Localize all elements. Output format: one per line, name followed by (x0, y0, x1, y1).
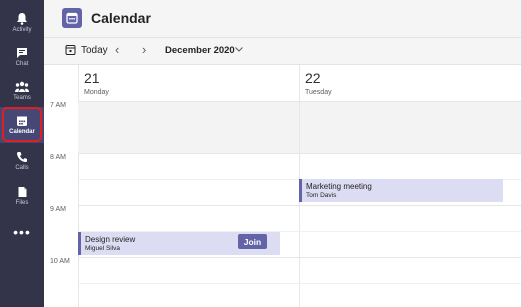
teams-icon (15, 81, 29, 92)
calendar-icon (66, 12, 78, 24)
calendar-app-icon (62, 8, 82, 28)
event-design-review[interactable]: Design review Miguel Silva Join (78, 232, 280, 255)
time-label: 7 AM (50, 102, 66, 109)
rail-item-chat[interactable]: Chat (0, 39, 44, 75)
rail-item-label: Teams (13, 95, 31, 101)
rail-item-teams[interactable]: Teams (0, 73, 44, 109)
calendar-icon (17, 116, 27, 126)
event-marketing-meeting[interactable]: Marketing meeting Tom Davis (299, 179, 503, 202)
day-name: Tuesday (305, 89, 332, 96)
more-apps-button[interactable]: ••• (0, 225, 44, 239)
half-hour-line (78, 283, 522, 284)
time-label: 9 AM (50, 206, 66, 213)
hour-line (78, 205, 522, 206)
rail-item-label: Calls (15, 165, 29, 171)
file-icon (18, 187, 26, 197)
page-title: Calendar (91, 10, 151, 26)
event-organizer: Miguel Silva (85, 245, 121, 252)
day-number: 22 (305, 70, 321, 86)
today-icon[interactable] (65, 44, 76, 56)
event-title: Design review (85, 235, 136, 244)
join-button[interactable]: Join (238, 234, 267, 249)
day-number: 21 (84, 70, 100, 86)
rail-item-calls[interactable]: Calls (0, 143, 44, 179)
event-organizer: Tom Davis (306, 192, 337, 199)
day-name: Monday (84, 89, 109, 96)
phone-icon (17, 152, 27, 162)
time-label: 8 AM (50, 154, 66, 161)
page-header: Calendar (44, 0, 522, 38)
calendar-toolbar: Today ‹ › December 2020 (44, 38, 522, 65)
calendar-grid: 21 Monday 22 Tuesday 7 AM 8 AM 9 AM 10 A… (44, 65, 522, 307)
rail-item-label: Activity (12, 26, 32, 33)
today-button[interactable]: Today (81, 45, 108, 56)
day-column-divider (299, 101, 300, 153)
time-label: 10 AM (50, 258, 70, 265)
rail-item-label: Chat (15, 61, 29, 67)
next-week-button[interactable]: › (142, 42, 146, 57)
day-header-tuesday[interactable]: 22 Tuesday (299, 65, 522, 101)
rail-item-files[interactable]: Files (0, 178, 44, 214)
previous-week-button[interactable]: ‹ (115, 42, 119, 57)
app-rail: Activity Chat Teams Calendar Calls Files… (0, 0, 44, 307)
early-hours-band (78, 101, 522, 153)
rail-item-activity[interactable]: Activity (0, 4, 44, 40)
hour-line (78, 153, 522, 154)
rail-item-label: Calendar (9, 129, 35, 135)
day-header-monday[interactable]: 21 Monday (78, 65, 299, 101)
rail-item-label: Files (15, 200, 29, 206)
bell-icon (17, 12, 27, 25)
hour-line (78, 257, 522, 258)
rail-item-calendar[interactable]: Calendar (0, 107, 44, 143)
chat-icon (17, 48, 27, 58)
event-title: Marketing meeting (306, 182, 372, 191)
hour-line (78, 101, 522, 102)
chevron-down-icon[interactable] (234, 44, 244, 54)
month-picker-button[interactable]: December 2020 (165, 45, 235, 56)
